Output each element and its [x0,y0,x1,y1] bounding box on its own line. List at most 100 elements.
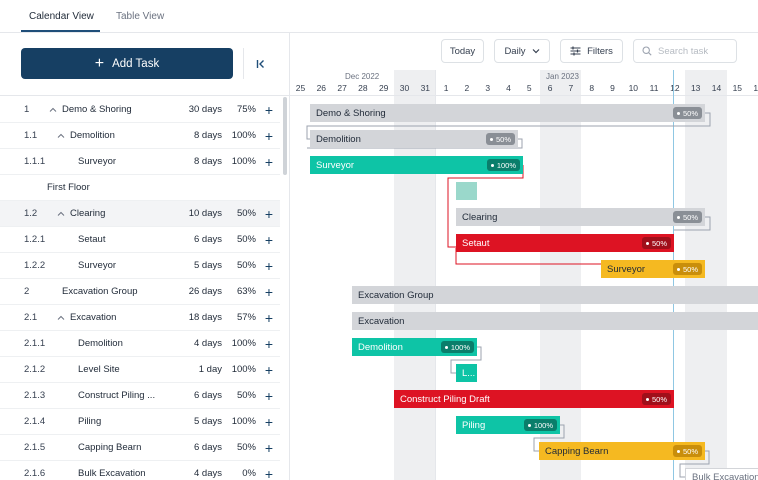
gantt-bar-label: Excavation Group [358,289,434,301]
gantt-bar[interactable]: Demolition 50% [310,130,518,148]
task-name: Clearing [70,208,106,219]
chevron-up-icon[interactable] [57,209,65,219]
task-row[interactable]: 1.2.1 Setaut 6 days 50% + [0,227,280,253]
gantt-bar[interactable]: Surveyor 50% [601,260,705,278]
task-row[interactable]: 2.1.1 Demolition 4 days 100% + [0,331,280,357]
search-box[interactable] [633,39,737,63]
task-progress: 0% [242,468,256,479]
gantt-bar[interactable]: L... [456,364,477,382]
add-subtask-button[interactable]: + [265,103,273,117]
task-row[interactable]: First Floor [0,175,280,201]
task-row[interactable]: 2.1.4 Piling 5 days 100% + [0,409,280,435]
gantt-bar-label: Clearing [462,211,498,223]
task-duration: 18 days [188,312,222,323]
gantt-bar[interactable]: Setaut 50% [456,234,674,252]
chevron-up-icon[interactable] [57,131,65,141]
day-label: 7 [568,83,574,93]
day-label: 10 [628,83,639,93]
task-progress: 50% [236,260,256,271]
task-number: 1 [24,104,30,115]
task-number: 2.1 [24,312,38,323]
task-row[interactable]: 1.1.1 Surveyor 8 days 100% + [0,149,280,175]
gantt-bar[interactable]: Surveyor 100% [310,156,523,174]
task-row[interactable]: 1.2.2 Surveyor 5 days 50% + [0,253,280,279]
task-row[interactable]: 2.1.5 Capping Bearn 6 days 50% + [0,435,280,461]
day-label: 13 [690,83,701,93]
search-input[interactable] [658,45,733,57]
progress-badge-value: 50% [682,108,698,118]
day-label: 1 [443,83,449,93]
add-subtask-button[interactable]: + [265,363,273,377]
view-tabs: Calendar View Table View [0,0,758,33]
day-label: 11 [649,83,659,93]
add-subtask-button[interactable]: + [265,467,273,480]
gantt-bar[interactable]: Excavation [352,312,758,330]
gantt-bar[interactable]: Piling 100% [456,416,560,434]
gantt-bar-label: L... [462,367,476,379]
task-progress: 50% [236,390,256,401]
gantt-bar-label: Surveyor [607,263,646,275]
gantt-bar[interactable]: Bulk Excavation [685,468,758,480]
task-number: 2.1.4 [24,416,46,427]
add-subtask-button[interactable]: + [265,441,273,455]
gantt-bar[interactable]: Excavation Group [352,286,758,304]
chevron-up-icon[interactable] [49,105,57,115]
add-subtask-button[interactable]: + [265,285,273,299]
collapse-left-icon [256,60,264,68]
progress-badge-value: 50% [682,446,698,456]
view-select-label: Daily [504,45,526,57]
today-button[interactable]: Today [441,39,484,63]
gantt-bar[interactable] [456,182,477,200]
month-label: Dec 2022 [345,72,380,81]
task-name: Demolition [78,338,123,349]
task-row[interactable]: 2 Excavation Group 26 days 63% + [0,279,280,305]
add-task-button[interactable]: + Add Task [21,48,233,79]
add-subtask-button[interactable]: + [265,207,273,221]
progress-badge: 50% [485,133,515,145]
view-select[interactable]: Daily [494,39,550,63]
day-label: 31 [420,83,431,93]
gantt-timeline: Dec 2022 Jan 2023 25 26 27 28 29 30 31 1 2 3 4 5 6 7 8 9… [290,70,758,480]
gantt-bar-label: Demo & Shoring [316,107,386,119]
add-subtask-button[interactable]: + [265,155,273,169]
gantt-bar-label: Surveyor [316,159,355,171]
task-progress: 63% [236,286,256,297]
task-number: 2.1.3 [24,390,46,401]
task-list-panel: + Add Task 1 Demo & Shoring 30 days 75% +1.… [0,33,290,480]
search-icon [642,46,652,56]
task-row[interactable]: 2.1.3 Construct Piling ... 6 days 50% + [0,383,280,409]
progress-badge-value: 50% [495,134,511,144]
add-subtask-button[interactable]: + [265,311,273,325]
task-row[interactable]: 1.1 Demolition 8 days 100% + [0,123,280,149]
gantt-bar[interactable]: Demo & Shoring 50% [310,104,705,122]
add-subtask-button[interactable]: + [265,389,273,403]
gantt-bar[interactable]: Construct Piling Draft 50% [394,390,674,408]
collapse-panel-button[interactable] [252,55,270,73]
tab-calendar-view[interactable]: Calendar View [29,11,94,22]
dot-icon [489,137,493,141]
progress-badge-value: 50% [651,238,667,248]
task-name: Piling [78,416,102,427]
task-row[interactable]: 2.1.6 Bulk Excavation 4 days 0% + [0,461,280,480]
dot-icon [645,241,649,245]
task-row[interactable]: 1.2 Clearing 10 days 50% + [0,201,280,227]
chevron-up-icon[interactable] [57,313,65,323]
tab-table-view[interactable]: Table View [116,11,164,22]
add-subtask-button[interactable]: + [265,129,273,143]
filters-button[interactable]: Filters [560,39,623,63]
add-subtask-button[interactable]: + [265,415,273,429]
gantt-bar[interactable]: Clearing 50% [456,208,705,226]
weekend-column [560,70,582,480]
task-row[interactable]: 1 Demo & Shoring 30 days 75% + [0,97,280,123]
gantt-bar[interactable]: Capping Bearn 50% [539,442,705,460]
plus-icon: + [94,54,105,72]
add-subtask-button[interactable]: + [265,337,273,351]
task-row[interactable]: 2.1 Excavation 18 days 57% + [0,305,280,331]
task-name: Setaut [78,234,106,245]
task-list-scrollbar[interactable] [283,97,287,175]
task-row[interactable]: 2.1.2 Level Site 1 day 100% + [0,357,280,383]
add-subtask-button[interactable]: + [265,259,273,273]
gantt-bar[interactable]: Demolition 100% [352,338,477,356]
add-subtask-button[interactable]: + [265,233,273,247]
task-name: Bulk Excavation [78,468,146,479]
